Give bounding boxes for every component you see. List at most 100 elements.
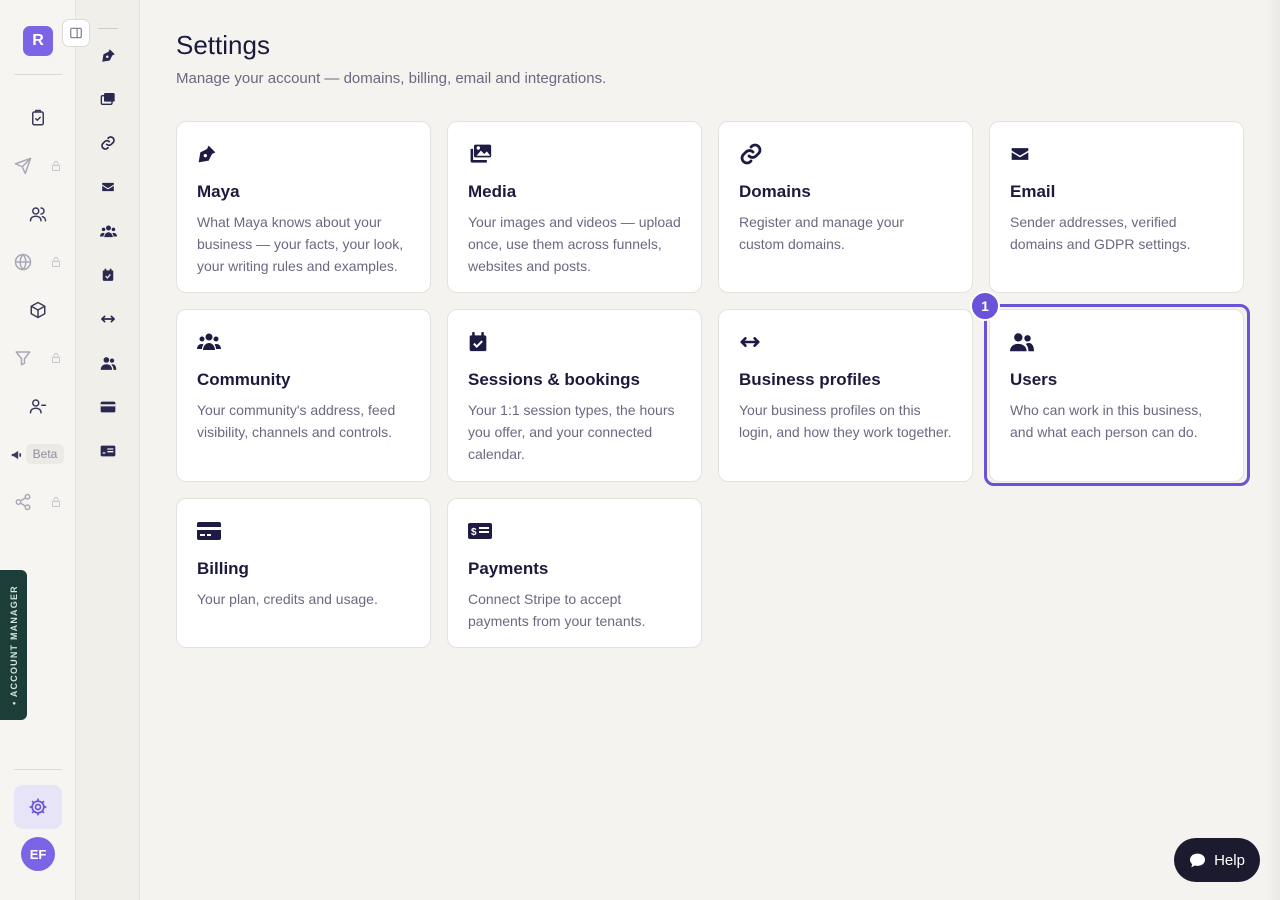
send-icon [14,157,32,175]
rail-item-contacts[interactable] [24,200,52,228]
card-description: Register and manage your custom domains. [739,214,904,252]
people-icon [29,399,47,414]
subnav-item-media[interactable] [98,89,118,109]
user-group-icon [100,356,116,370]
settings-card-media[interactable]: Media Your images and videos — upload on… [447,121,702,293]
card-title: Email [1010,182,1056,201]
step-badge: 1 [970,291,1000,321]
subnav-item-sessions[interactable] [98,265,118,285]
link-icon [101,136,115,150]
images-icon [470,144,492,163]
pen-nib-icon [101,48,115,62]
rail-item-funnels[interactable] [9,344,37,372]
settings-card-sessions[interactable]: Sessions & bookings Your 1:1 session typ… [447,309,702,482]
subnav-item-maya[interactable] [98,45,118,65]
subnav-item-business-profiles[interactable] [98,309,118,329]
calendar-check-icon [102,268,114,281]
images-icon [100,93,115,105]
rail-divider [14,74,62,75]
card-description: Your 1:1 session types, the hours you of… [468,402,675,462]
card-title: Business profiles [739,370,881,389]
settings-card-business-profiles[interactable]: Business profiles Your business profiles… [718,309,973,482]
credit-card-icon [197,522,221,540]
lock-icon [52,161,60,171]
subnav-item-community[interactable] [98,221,118,241]
rail-item-people[interactable] [24,392,52,420]
user-group-icon [1010,333,1034,352]
clipboard-check-icon [32,109,44,126]
account-manager-tab[interactable]: • ACCOUNT MANAGER [0,570,27,720]
credit-card-icon [100,401,116,413]
subnav-item-email[interactable] [98,177,118,197]
globe-icon [14,253,32,271]
share-icon [15,493,31,511]
sidebar-toggle-button[interactable] [62,19,90,47]
page-subtitle: Manage your account — domains, billing, … [176,70,607,87]
money-check-icon [100,445,116,457]
megaphone-icon [11,450,22,460]
subnav-item-payments[interactable] [98,441,118,461]
lock-icon [52,497,60,507]
arrows-left-right-icon [740,337,760,347]
rail-item-websites[interactable] [9,248,37,276]
arrows-left-right-icon [101,315,115,323]
settings-button[interactable] [14,785,62,829]
sidebar-panel-icon [70,27,82,39]
card-title: Domains [739,182,811,201]
lock-icon [52,257,60,267]
page-title: Settings [176,30,270,60]
card-title: Sessions & bookings [468,370,640,389]
card-description: Your community's address, feed visibilit… [197,402,396,440]
card-title: Users [1010,370,1058,389]
edge-shadow [1266,0,1280,900]
card-description: Who can work in this business, and what … [1010,402,1203,440]
rail-item-send[interactable] [9,152,37,180]
pen-nib-icon [198,145,216,163]
box-icon [30,301,46,319]
settings-subnav [76,0,140,900]
link-icon [740,143,762,165]
community-icon [197,333,221,350]
settings-card-email[interactable]: Email Sender addresses, verified domains… [989,121,1244,293]
settings-card-community[interactable]: Community Your community's address, feed… [176,309,431,482]
account-manager-label: • ACCOUNT MANAGER [8,585,19,705]
rail-item-share[interactable] [9,488,37,516]
brand-logo[interactable]: R [23,26,53,56]
card-description: Your plan, credits and usage. [197,591,378,607]
card-description: Sender addresses, verified domains and G… [1010,214,1191,252]
subnav-divider [98,28,118,29]
envelope-icon [102,182,114,192]
settings-card-billing[interactable]: Billing Your plan, credits and usage. [176,498,431,648]
subnav-item-users[interactable] [98,353,118,373]
filter-icon [15,351,31,366]
card-title: Payments [468,559,549,578]
lock-icon [52,353,60,363]
settings-card-users[interactable]: Users Who can work in this business, and… [989,309,1244,482]
card-title: Maya [197,182,240,201]
card-description: Your images and videos — upload once, us… [468,214,681,274]
subnav-item-domains[interactable] [98,133,118,153]
card-description: What Maya knows about your business — yo… [197,214,404,274]
subnav-item-billing[interactable] [98,397,118,417]
help-button[interactable]: Help [1174,838,1260,882]
settings-card-domains[interactable]: Domains Register and manage your custom … [718,121,973,293]
rail-item-products[interactable] [24,296,52,324]
primary-rail: R Beta • ACCOUNT MANAGER EF [0,0,76,900]
users-icon [29,207,47,222]
user-avatar[interactable]: EF [21,837,55,871]
community-icon [99,224,117,237]
card-title: Billing [197,559,249,578]
card-title: Media [468,182,517,201]
card-description: Your business profiles on this login, an… [739,402,952,440]
settings-card-maya[interactable]: Maya What Maya knows about your business… [176,121,431,293]
gear-icon [29,798,47,816]
beta-badge: Beta [26,444,64,464]
rail-item-tasks[interactable] [24,104,52,132]
settings-main: Settings Manage your account — domains, … [140,0,1280,900]
envelope-icon [1011,148,1029,160]
rail-divider [14,769,62,770]
settings-card-payments[interactable]: $ Payments Connect Stripe to accept paym… [447,498,702,648]
svg-text:$: $ [471,527,477,538]
money-check-icon: $ [468,523,492,539]
card-description: Connect Stripe to accept payments from y… [468,591,646,629]
